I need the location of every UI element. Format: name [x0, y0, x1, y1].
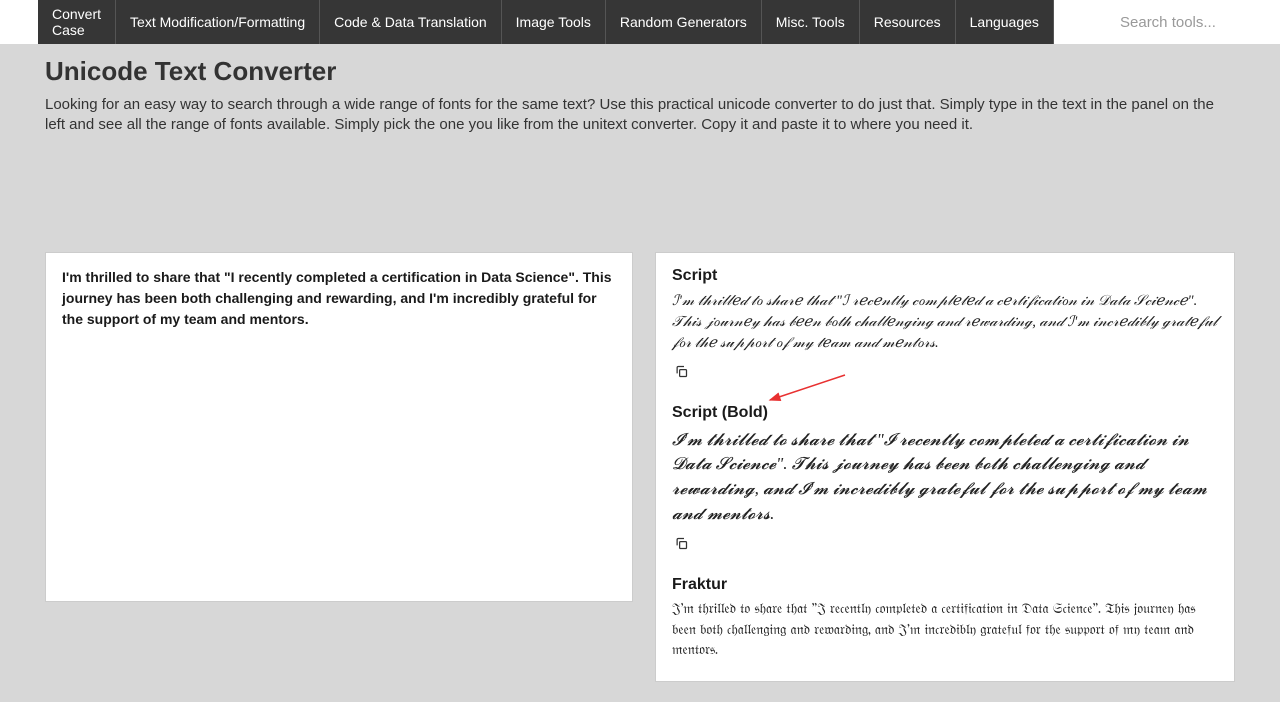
page-title: Unicode Text Converter	[45, 56, 1235, 87]
nav-label: Languages	[970, 14, 1039, 30]
input-text: I'm thrilled to share that "I recently c…	[62, 267, 616, 330]
main-content: I'm thrilled to share that "I recently c…	[0, 252, 1280, 702]
ad-space	[0, 148, 1280, 252]
nav-label: Misc. Tools	[776, 14, 845, 30]
font-preview-script: ℐ'𝓂 𝓉𝒽𝓇𝒾𝓁𝓁ℯ𝒹 𝓉ℴ 𝓈𝒽𝒶𝓇ℯ 𝓉𝒽𝒶𝓉 "ℐ 𝓇ℯ𝒸ℯ𝓃𝓉𝓁𝓎 𝒸…	[672, 291, 1218, 354]
copy-icon[interactable]	[674, 536, 689, 556]
font-label: Fraktur	[672, 576, 1218, 594]
nav-item-code-data[interactable]: Code & Data Translation	[320, 0, 502, 44]
font-label-text: Fraktur	[672, 576, 727, 594]
content-header: Unicode Text Converter Looking for an ea…	[0, 44, 1280, 148]
nav-bar: Convert Case Text Modification/Formattin…	[0, 0, 1280, 44]
nav-item-resources[interactable]: Resources	[860, 0, 956, 44]
copy-icon[interactable]	[674, 364, 689, 384]
nav-item-languages[interactable]: Languages	[956, 0, 1054, 44]
nav-item-image-tools[interactable]: Image Tools	[502, 0, 606, 44]
nav-label: Image Tools	[516, 14, 591, 30]
font-block-script-bold: Script (Bold) 𝓘'𝓶 𝓽𝓱𝓻𝓲𝓵𝓵𝓮𝓭 𝓽𝓸 𝓼𝓱𝓪𝓻𝓮 𝓽𝓱𝓪𝓽…	[672, 404, 1218, 571]
input-panel[interactable]: I'm thrilled to share that "I recently c…	[45, 252, 633, 602]
font-label: Script (Bold)	[672, 404, 1218, 422]
font-label: Script	[672, 267, 1218, 285]
font-preview-fraktur: 𝔍'𝔪 𝔱𝔥𝔯𝔦𝔩𝔩𝔢𝔡 𝔱𝔬 𝔰𝔥𝔞𝔯𝔢 𝔱𝔥𝔞𝔱 "𝔍 𝔯𝔢𝔠𝔢𝔫𝔱𝔩𝔶 𝔠…	[672, 600, 1218, 661]
output-panel: Script ℐ'𝓂 𝓉𝒽𝓇𝒾𝓁𝓁ℯ𝒹 𝓉ℴ 𝓈𝒽𝒶𝓇ℯ 𝓉𝒽𝒶𝓉 "ℐ 𝓇ℯ𝒸…	[655, 252, 1235, 683]
nav-item-random-generators[interactable]: Random Generators	[606, 0, 762, 44]
search-container	[1120, 0, 1280, 44]
font-block-fraktur: Fraktur 𝔍'𝔪 𝔱𝔥𝔯𝔦𝔩𝔩𝔢𝔡 𝔱𝔬 𝔰𝔥𝔞𝔯𝔢 𝔱𝔥𝔞𝔱 "𝔍 𝔯𝔢…	[672, 576, 1218, 661]
font-preview-script-bold: 𝓘'𝓶 𝓽𝓱𝓻𝓲𝓵𝓵𝓮𝓭 𝓽𝓸 𝓼𝓱𝓪𝓻𝓮 𝓽𝓱𝓪𝓽 "𝓘 𝓻𝓮𝓬𝓮𝓷𝓽𝓵𝔂 𝓬…	[672, 428, 1218, 527]
nav-label-line1: Convert	[52, 6, 101, 22]
font-block-script: Script ℐ'𝓂 𝓉𝒽𝓇𝒾𝓁𝓁ℯ𝒹 𝓉ℴ 𝓈𝒽𝒶𝓇ℯ 𝓉𝒽𝒶𝓉 "ℐ 𝓇ℯ𝒸…	[672, 267, 1218, 398]
font-label-text: Script (Bold)	[672, 404, 768, 422]
nav-label: Random Generators	[620, 14, 747, 30]
nav-label: Resources	[874, 14, 941, 30]
nav-label: Code & Data Translation	[334, 14, 487, 30]
nav-item-text-formatting[interactable]: Text Modification/Formatting	[116, 0, 320, 44]
page-description: Looking for an easy way to search throug…	[45, 95, 1235, 136]
nav-item-misc-tools[interactable]: Misc. Tools	[762, 0, 860, 44]
font-label-text: Script	[672, 267, 717, 285]
nav-label-line2: Case	[52, 22, 85, 38]
nav-item-convert-case[interactable]: Convert Case	[38, 0, 116, 44]
search-input[interactable]	[1120, 14, 1250, 31]
nav-label: Text Modification/Formatting	[130, 14, 305, 30]
